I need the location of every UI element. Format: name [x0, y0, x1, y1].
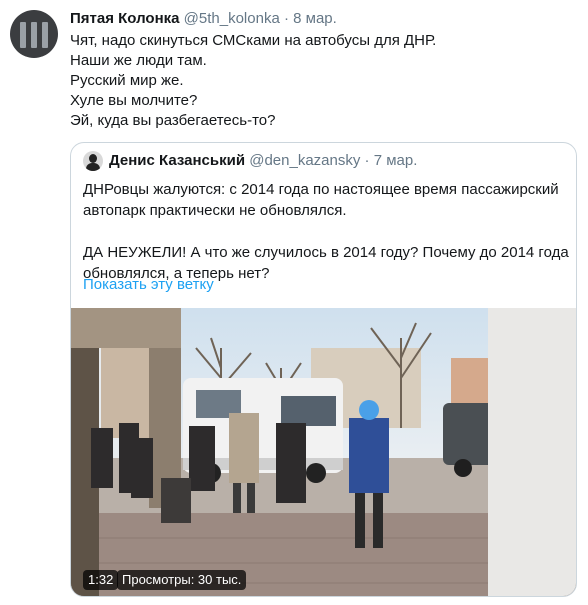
author-avatar[interactable] — [10, 10, 58, 58]
quoted-tweet-card[interactable]: Денис Казанський @den_kazansky · 7 мар. … — [70, 142, 577, 597]
author-name[interactable]: Пятая Колонка — [70, 10, 180, 27]
quoted-author-name[interactable]: Денис Казанський — [109, 152, 245, 169]
quoted-tweet-text: ДНРовцы жалуются: с 2014 года по настоящ… — [83, 179, 571, 284]
quoted-tweet-header: Денис Казанський @den_kazansky · 7 мар. — [109, 151, 417, 171]
tweet-text-line: Хуле вы молчите? — [70, 92, 198, 109]
quoted-author-handle[interactable]: @den_kazansky — [249, 152, 360, 169]
show-thread-link[interactable]: Показать эту ветку — [83, 275, 214, 295]
author-handle[interactable]: @5th_kolonka — [184, 10, 280, 27]
video-views-badge: Просмотры: 30 тыс. — [117, 570, 247, 590]
video-duration-badge: 1:32 — [83, 570, 119, 590]
tweet-date[interactable]: 8 мар. — [293, 10, 337, 27]
video-player[interactable]: 1:32 Просмотры: 30 тыс. — [71, 308, 576, 596]
quoted-tweet-date[interactable]: 7 мар. — [374, 152, 418, 169]
tweet: Пятая Колонка @5th_kolonka · 8 мар. Чят,… — [0, 0, 588, 605]
tweet-text: Чят, надо скинуться СМСками на автобусы … — [70, 31, 570, 131]
header-separator: · — [283, 10, 289, 27]
tweet-text-line: Наши же люди там. — [70, 52, 207, 69]
tweet-header: Пятая Колонка @5th_kolonka · 8 мар. — [70, 9, 337, 29]
tweet-text-line: Русский мир же. — [70, 72, 184, 89]
tweet-text-line: Чят, надо скинуться СМСками на автобусы … — [70, 32, 437, 49]
tweet-text-line: Эй, куда вы разбегаетесь-то? — [70, 112, 276, 129]
quoted-paragraph: ДНРовцы жалуются: с 2014 года по настоящ… — [83, 181, 559, 219]
quoted-header-separator: · — [364, 152, 370, 169]
video-thumbnail — [71, 308, 576, 596]
quoted-author-avatar[interactable] — [83, 151, 103, 171]
